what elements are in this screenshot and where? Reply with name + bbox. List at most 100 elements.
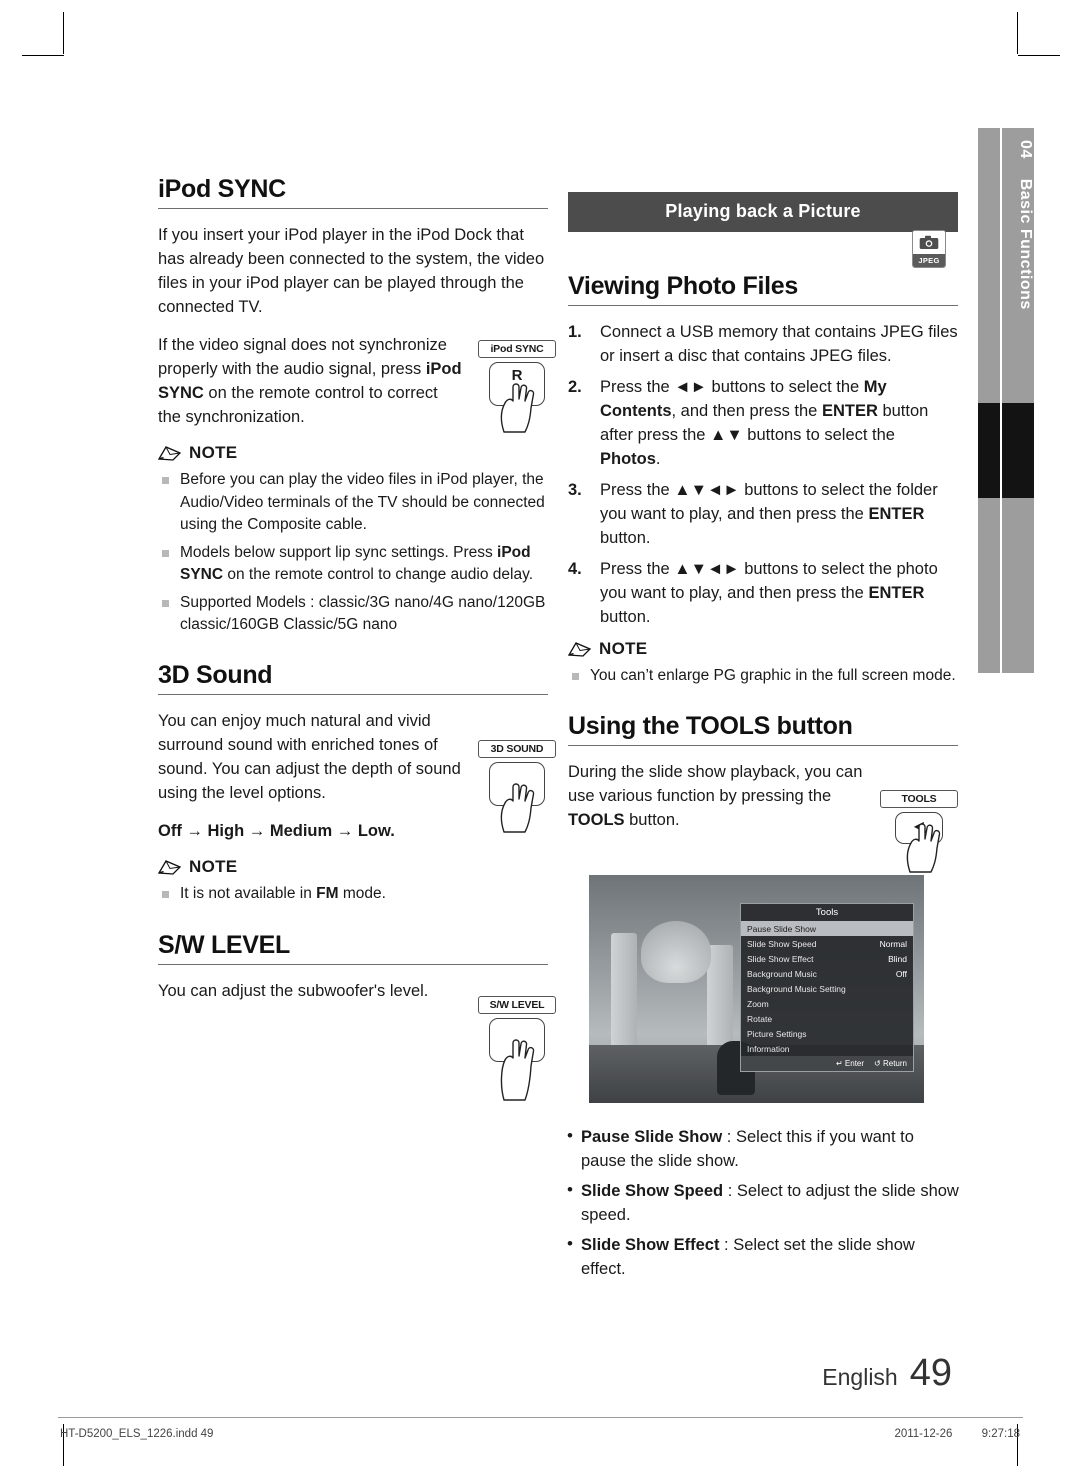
tools-button-illustration: TOOLS ◀ (880, 790, 958, 873)
tools-menu-title: Tools (815, 907, 839, 918)
tools-button-caption: TOOLS (880, 790, 958, 808)
tools-menu-item-value: Off (895, 968, 907, 979)
footer-date: 2011-12-26 (894, 1428, 953, 1440)
step-text-bold: ENTER (868, 505, 925, 523)
tools-menu-item-value: Blind (888, 953, 907, 964)
sw-level-button-illustration: S/W LEVEL (478, 996, 556, 1101)
jpeg-format-badge: JPEG (912, 230, 946, 268)
heading-sw-level: S/W LEVEL (158, 931, 291, 959)
section-banner: Playing back a Picture (568, 192, 958, 232)
tools-menu-item[interactable]: Rotate (741, 1011, 913, 1026)
photo-icon (913, 231, 945, 254)
step-item: 4. Press the ▲▼◄► buttons to select the … (568, 557, 958, 629)
language-label: English (822, 1364, 898, 1390)
step-text-bold: ENTER (821, 402, 878, 420)
camera-icon (919, 235, 939, 249)
tools-menu-item[interactable]: Picture Settings (741, 1026, 913, 1041)
jpeg-label: JPEG (913, 254, 945, 267)
bullet-bold: Slide Show Effect (581, 1236, 720, 1254)
chapter-number: 04 (1017, 140, 1034, 159)
enter-hint-label: Enter (844, 1059, 865, 1068)
chapter-title: Basic Functions (1017, 178, 1034, 310)
step-text: Connect a USB memory that contains JPEG … (600, 323, 958, 365)
tab-strip-black-marker (978, 403, 1034, 498)
step-text: , and then press the (671, 402, 822, 420)
pencil-note-icon (568, 642, 592, 657)
note-label-3d: NOTE (189, 856, 238, 876)
return-hint-label: Return (882, 1059, 907, 1068)
step-text: . (655, 450, 661, 468)
sw-level-keycap (489, 1018, 545, 1062)
note-bold-fm: FM (316, 884, 339, 902)
bullet-item: Slide Show Speed : Select to adjust the … (565, 1178, 960, 1227)
step-text-bold: Photos (600, 450, 656, 468)
bullet-item: Slide Show Effect : Select set the slide… (565, 1232, 960, 1281)
note-header-ipod: NOTE (158, 443, 548, 463)
step-item: 1. Connect a USB memory that contains JP… (568, 320, 958, 368)
step-number: 2. (568, 378, 582, 396)
tools-menu-footer: ↵ Enter ↺ Return (741, 1056, 913, 1071)
tools-menu-item[interactable]: Zoom (741, 996, 913, 1011)
tools-para-pre: During the slide show playback, you can … (568, 762, 863, 805)
sw-level-button-caption: S/W LEVEL (478, 996, 556, 1014)
tools-menu-item-value: Normal (879, 938, 907, 949)
viewing-steps-list: 1. Connect a USB memory that contains JP… (568, 320, 958, 629)
viewing-note-list: You can’t enlarge PG graphic in the full… (568, 665, 958, 688)
tools-menu-item[interactable]: Background Music Off (741, 966, 913, 981)
tools-menu-item-label: Rotate (747, 1013, 773, 1024)
step-text-bold: ENTER (868, 584, 925, 602)
heading-ipod-sync: iPod SYNC (158, 175, 286, 203)
screenshot-tower-left (611, 933, 637, 1053)
note-item: You can’t enlarge PG graphic in the full… (568, 665, 958, 688)
bullet-item: Pause Slide Show : Select this if you wa… (565, 1124, 960, 1173)
tools-menu-item[interactable]: Information (741, 1041, 913, 1056)
note-item: Supported Models : classic/3G nano/4G na… (158, 592, 548, 637)
tools-menu-item-label: Pause Slide Show (747, 923, 816, 934)
crop-mark-top-right (1017, 12, 1018, 54)
crop-mark-top-left (63, 12, 64, 54)
note-header-3d: NOTE (158, 857, 548, 877)
tools-menu-item-label: Background Music (747, 968, 817, 979)
left-column: iPod SYNC If you insert your iPod player… (158, 175, 548, 1017)
tools-menu-item-label: Slide Show Speed (747, 938, 817, 949)
step-number: 3. (568, 481, 582, 499)
step-text: button. (600, 608, 651, 626)
tools-para-bold: TOOLS (568, 810, 625, 829)
three-d-sound-options: Off → High → Medium → Low. (158, 821, 395, 840)
enter-hint: ↵ Enter (835, 1059, 865, 1068)
note-item: It is not available in FM mode. (158, 883, 548, 906)
step-text: Press the ◄► buttons to select the (600, 378, 864, 396)
chapter-tab-text: 04 Basic Functions (978, 140, 1034, 310)
page-number: 49 (909, 1352, 952, 1394)
page-footer: English 49 (822, 1352, 952, 1395)
heading-rule-sw (158, 964, 548, 965)
tools-menu-item[interactable]: Slide Show Speed Normal (741, 936, 913, 951)
footer-time: 9:27:18 (981, 1428, 1020, 1440)
heading-3d-sound: 3D Sound (158, 660, 273, 689)
ipod-sync-button-caption: iPod SYNC (478, 340, 556, 358)
pencil-note-icon (158, 446, 182, 461)
footer-rule (58, 1417, 1023, 1418)
ipod-sync-p2-pre: If the video signal does not synchronize… (158, 336, 447, 378)
tools-menu-panel: Tools Pause Slide Show Slide Show Speed … (740, 903, 914, 1072)
step-number: 4. (568, 560, 582, 578)
ipod-sync-keycap: R (489, 362, 545, 406)
chapter-tab-strip: 04 Basic Functions (978, 128, 1034, 673)
return-hint: ↺ Return (874, 1059, 907, 1068)
bullet-bold: Pause Slide Show (581, 1128, 723, 1146)
heading-rule-3d (158, 693, 548, 695)
screenshot-tower-right (707, 945, 733, 1053)
step-number: 1. (568, 323, 582, 341)
tools-para-post: button. (624, 810, 680, 829)
heading-rule (158, 208, 548, 209)
tools-menu-item[interactable]: Slide Show Effect Blind (741, 951, 913, 966)
tools-bullet-list: Pause Slide Show : Select this if you wa… (565, 1124, 960, 1287)
note-label-viewing: NOTE (599, 639, 648, 658)
tools-menu-item[interactable]: Background Music Setting (741, 981, 913, 996)
ipod-note-list: Before you can play the video files in i… (158, 469, 548, 637)
tools-menu-screenshot: Tools Pause Slide Show Slide Show Speed … (589, 875, 924, 1103)
crop-mark-top-left-h (22, 55, 64, 56)
bullet-bold: Slide Show Speed (581, 1182, 724, 1200)
tools-menu-item[interactable]: Pause Slide Show (741, 921, 913, 936)
right-column: Viewing Photo Files 1. Connect a USB mem… (568, 272, 958, 846)
